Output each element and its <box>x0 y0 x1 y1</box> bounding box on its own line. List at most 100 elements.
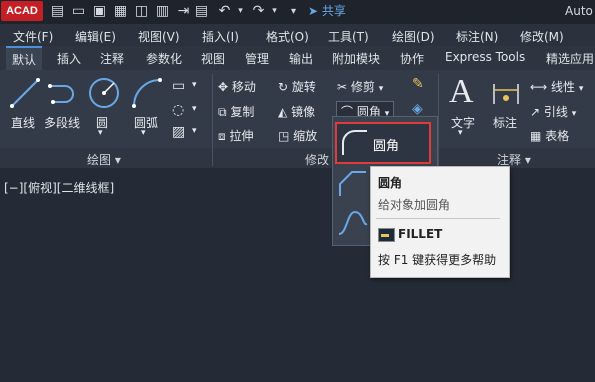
share-label: 共享 <box>321 4 346 18</box>
circle-icon <box>89 78 119 108</box>
trim-button[interactable]: ✂ 修剪 ▾ <box>337 78 383 95</box>
menu-file[interactable]: 文件(F) <box>13 28 53 45</box>
new-file-icon[interactable]: ▤ <box>49 3 66 20</box>
rectangle-dropdown-icon[interactable]: ▾ <box>192 80 197 90</box>
menu-format[interactable]: 格式(O) <box>266 28 309 45</box>
text-icon: A <box>449 73 474 110</box>
move-button[interactable]: ✥ 移动 <box>218 78 256 95</box>
scale-label: 缩放 <box>293 129 318 143</box>
logo-a-icon: A <box>6 5 15 17</box>
stretch-label: 拉伸 <box>229 129 254 143</box>
linear-label: 线性 <box>551 80 576 94</box>
scale-icon: ◳ <box>278 129 290 143</box>
leader-label: 引线 <box>543 105 568 119</box>
table-button[interactable]: ▦ 表格 <box>530 127 569 144</box>
tab-insert[interactable]: 插入 <box>57 50 81 67</box>
rotate-label: 旋转 <box>291 80 316 94</box>
app-title: Auto <box>565 4 593 18</box>
menu-tools[interactable]: 工具(T) <box>328 28 369 45</box>
circle-dropdown-icon[interactable]: ▾ <box>98 128 103 138</box>
undo-dropdown-icon[interactable]: ▾ <box>232 3 249 20</box>
text-dropdown-icon[interactable]: ▾ <box>458 128 463 138</box>
text-button[interactable]: 文字 <box>451 114 475 131</box>
trim-icon: ✂ <box>337 80 348 94</box>
mirror-button[interactable]: ◭ 镜像 <box>278 103 315 120</box>
share-icon: ➤ <box>308 4 319 18</box>
mirror-icon: ◭ <box>278 105 288 119</box>
hatch-icon[interactable]: ▨ <box>172 124 185 140</box>
tab-output[interactable]: 输出 <box>289 50 313 67</box>
leader-button[interactable]: ↗ 引线 ▾ <box>530 103 576 120</box>
explode-icon[interactable]: ◈ <box>412 101 423 117</box>
line-button[interactable]: 直线 <box>11 114 35 131</box>
copy-label: 复制 <box>230 105 255 119</box>
line-icon <box>10 78 40 108</box>
draw-panel-title[interactable]: 绘图 ▾ <box>87 151 121 168</box>
arc-button[interactable]: 圆弧 <box>134 114 158 131</box>
table-label: 表格 <box>545 129 570 143</box>
tab-parametric[interactable]: 参数化 <box>146 50 182 67</box>
erase-icon[interactable]: ✎ <box>412 76 424 92</box>
export-icon[interactable]: ⇥ <box>175 3 192 20</box>
tab-collaborate[interactable]: 协作 <box>400 50 424 67</box>
linear-dropdown-icon[interactable]: ▾ <box>579 84 584 94</box>
open-folder-icon[interactable]: ▭ <box>70 3 87 20</box>
move-label: 移动 <box>231 80 256 94</box>
app-logo[interactable]: ACAD <box>1 1 43 21</box>
menu-modify[interactable]: 修改(M) <box>520 28 564 45</box>
polyline-button[interactable]: 多段线 <box>44 114 80 131</box>
save-icon[interactable]: ▣ <box>91 3 108 20</box>
menu-insert[interactable]: 插入(I) <box>202 28 239 45</box>
chamfer-option-icon[interactable] <box>337 168 369 198</box>
rotate-icon: ↻ <box>278 80 289 94</box>
menu-dimension[interactable]: 标注(N) <box>456 28 498 45</box>
tab-featured-apps[interactable]: 精选应用 <box>546 50 594 67</box>
rotate-button[interactable]: ↻ 旋转 <box>278 78 316 95</box>
tab-express-tools[interactable]: Express Tools <box>445 50 525 64</box>
panel-separator <box>212 74 213 166</box>
viewport-controls[interactable]: [−][俯视][二维线框] <box>4 179 114 196</box>
linear-button[interactable]: ⟷ 线性 ▾ <box>530 78 583 95</box>
tooltip-help-hint: 按 F1 键获得更多帮助 <box>378 253 497 267</box>
ellipse-dropdown-icon[interactable]: ▾ <box>192 104 197 114</box>
redo-icon[interactable]: ↷ <box>250 3 267 20</box>
plot-icon[interactable]: ▤ <box>193 3 210 20</box>
rectangle-icon[interactable]: ▭ <box>172 78 185 94</box>
scale-button[interactable]: ◳ 缩放 <box>278 127 317 144</box>
arc-icon <box>132 78 162 108</box>
share-button[interactable]: ➤ 共享 <box>308 3 346 20</box>
menu-edit[interactable]: 编辑(E) <box>75 28 116 45</box>
arc-dropdown-icon[interactable]: ▾ <box>141 128 146 138</box>
tooltip-divider <box>376 218 500 219</box>
stretch-button[interactable]: ⧈ 拉伸 <box>218 127 253 144</box>
tooltip-description: 给对象加圆角 <box>378 198 451 212</box>
trim-dropdown-icon[interactable]: ▾ <box>379 84 384 94</box>
copy-button[interactable]: ⧉ 复制 <box>218 103 254 120</box>
menu-view[interactable]: 视图(V) <box>138 28 180 45</box>
command-icon <box>378 228 395 242</box>
table-icon: ▦ <box>530 129 542 143</box>
redo-dropdown-icon[interactable]: ▾ <box>266 3 283 20</box>
tab-annotate[interactable]: 注释 <box>100 50 124 67</box>
hatch-dropdown-icon[interactable]: ▾ <box>192 126 197 136</box>
ellipse-icon[interactable]: ◌ <box>172 102 184 118</box>
customize-dropdown-icon[interactable]: ▾ <box>285 3 302 20</box>
copy-icon: ⧉ <box>218 105 227 119</box>
dimension-icon <box>493 84 519 104</box>
tab-addins[interactable]: 附加模块 <box>332 50 380 67</box>
save-web-icon[interactable]: ▥ <box>154 3 171 20</box>
tooltip-title: 圆角 <box>378 176 403 190</box>
leader-icon: ↗ <box>530 105 541 119</box>
tab-manage[interactable]: 管理 <box>245 50 269 67</box>
dimension-button[interactable]: 标注 <box>493 114 517 131</box>
tab-default[interactable]: 默认 <box>6 46 43 70</box>
blend-curves-option-icon[interactable] <box>337 206 369 238</box>
undo-icon[interactable]: ↶ <box>216 3 233 20</box>
leader-dropdown-icon[interactable]: ▾ <box>572 109 577 119</box>
menu-draw[interactable]: 绘图(D) <box>392 28 435 45</box>
modify-panel-title[interactable]: 修改 <box>305 151 329 168</box>
open-web-icon[interactable]: ◫ <box>133 3 150 20</box>
fillet-option-icon <box>342 130 367 155</box>
tab-view[interactable]: 视图 <box>201 50 225 67</box>
save-as-icon[interactable]: ▦ <box>112 3 129 20</box>
